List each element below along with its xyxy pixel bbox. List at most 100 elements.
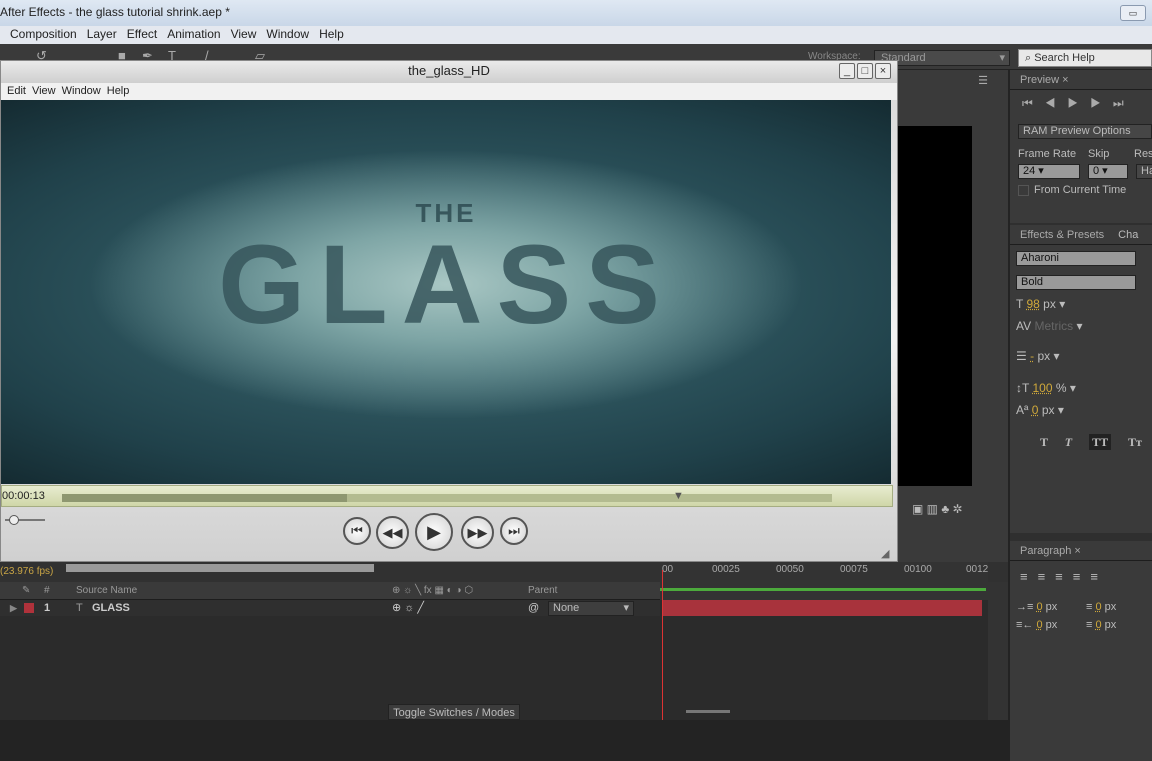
label-icon: ✎ — [22, 585, 31, 596]
player-menu-help[interactable]: Help — [107, 85, 130, 97]
player-title: the_glass_HD — [408, 63, 490, 78]
menu-window[interactable]: Window — [266, 26, 309, 42]
from-current-time-label: From Current Time — [1034, 184, 1127, 196]
tick-label: 0012 — [966, 564, 989, 575]
label-color-swatch[interactable] — [24, 603, 34, 613]
player-menu-view[interactable]: View — [32, 85, 56, 97]
fast-preview-icon[interactable]: ▣ ▥ ♣ ✲ — [912, 502, 963, 516]
maximize-button[interactable]: ▭ — [1120, 5, 1146, 21]
layer-duration-bar[interactable] — [662, 600, 982, 616]
tick-label: 00 — [662, 564, 674, 575]
panel-menu-icon[interactable]: ☰ — [978, 74, 988, 87]
pick-whip-icon[interactable]: @ — [528, 600, 539, 616]
skip-label: Skip — [1088, 148, 1110, 160]
resolution-label: Res — [1134, 148, 1152, 160]
space-before-field[interactable]: ≡ 0 px — [1086, 601, 1116, 613]
fps-label: (23.976 fps) — [0, 566, 54, 577]
minimize-button[interactable]: _ — [839, 63, 855, 79]
time-ruler[interactable]: 00 00025 00050 00075 00100 0012 — [660, 562, 988, 600]
layer-column-header: ✎ # Source Name ⊕ ☼ ╲ fx ▦ ◐ ◑ ⬡ Parent — [0, 582, 660, 600]
close-button[interactable]: × — [875, 63, 891, 79]
fast-forward-button[interactable]: ▶▶ — [461, 516, 494, 549]
skip-back-button[interactable]: ⏮ — [343, 517, 371, 545]
menu-composition[interactable]: Composition — [10, 26, 77, 42]
font-size-field[interactable]: T 98 px ▾ — [1016, 297, 1065, 311]
app-title-bar: After Effects - the glass tutorial shrin… — [0, 0, 1152, 26]
column-source-name: Source Name — [76, 585, 138, 596]
kerning-field[interactable]: AV Metrics ▾ — [1016, 319, 1083, 333]
alignment-buttons[interactable]: ≡≡≡≡≡ — [1020, 569, 1108, 584]
player-menu-edit[interactable]: Edit — [7, 85, 26, 97]
timeline-panel: (23.976 fps) ✎ # Source Name ⊕ ☼ ╲ fx ▦ … — [0, 562, 1008, 720]
menu-animation[interactable]: Animation — [167, 26, 220, 42]
tick-label: 00100 — [904, 564, 932, 575]
skip-dropdown[interactable]: 0 ▾ — [1088, 164, 1128, 179]
tab-effects-presets[interactable]: Effects & Presets Cha — [1010, 225, 1152, 245]
composition-viewer — [898, 126, 972, 486]
video-frame: THE GLASS — [1, 100, 891, 484]
indent-left-field[interactable]: →≡ 0 px — [1016, 601, 1057, 613]
leading-field[interactable]: ☰ - px ▾ — [1016, 349, 1060, 363]
current-time-indicator[interactable] — [662, 570, 663, 720]
frame-rate-dropdown[interactable]: 24 ▾ — [1018, 164, 1080, 179]
vertical-scrollbar[interactable] — [988, 582, 1008, 720]
player-menu-window[interactable]: Window — [62, 85, 101, 97]
timeline-search-input[interactable] — [66, 564, 374, 572]
tab-character[interactable]: Cha — [1118, 229, 1138, 241]
font-style-dropdown[interactable]: Bold — [1016, 275, 1136, 290]
menu-view[interactable]: View — [231, 26, 257, 42]
media-player-window: the_glass_HD _ □ × Edit View Window Help TH… — [0, 60, 898, 562]
layer-name[interactable]: GLASS — [92, 600, 130, 616]
volume-slider[interactable] — [5, 515, 45, 525]
layer-switches[interactable]: ⊕ ☼ ╱ — [392, 600, 424, 616]
switches-icons: ⊕ ☼ ╲ fx ▦ ◐ ◑ ⬡ — [392, 585, 474, 596]
preview-transport-icons[interactable]: ⏮◀▶▶⏭ — [1022, 96, 1136, 111]
layer-row[interactable]: ▶ 1 T GLASS ⊕ ☼ ╱ @ None ▾ — [0, 600, 660, 616]
leading-icon: ☰ — [1016, 349, 1027, 363]
seek-track[interactable]: ▼ — [62, 490, 832, 502]
playhead-marker-icon[interactable]: ▼ — [673, 490, 684, 502]
menu-effect[interactable]: Effect — [127, 26, 157, 42]
composition-panel: ☰ ▣ ▥ ♣ ✲ — [898, 70, 1008, 562]
volume-knob[interactable] — [9, 515, 19, 525]
skip-forward-button[interactable]: ⏭ — [500, 517, 528, 545]
menu-help[interactable]: Help — [319, 26, 344, 42]
toggle-switches-modes-button[interactable]: Toggle Switches / Modes — [388, 704, 520, 720]
resolution-dropdown[interactable]: Ha — [1136, 164, 1152, 179]
font-family-dropdown[interactable]: Aharoni — [1016, 251, 1136, 266]
expand-arrow-icon[interactable]: ▶ — [10, 600, 17, 616]
work-area-bar[interactable] — [660, 588, 986, 591]
maximize-button[interactable]: □ — [857, 63, 873, 79]
zoom-slider[interactable] — [686, 710, 730, 713]
parent-dropdown[interactable]: None ▾ — [548, 601, 634, 616]
tab-preview[interactable]: Preview × — [1010, 70, 1152, 90]
from-current-time-checkbox[interactable] — [1018, 185, 1029, 196]
tick-label: 00075 — [840, 564, 868, 575]
tab-paragraph[interactable]: Paragraph × — [1010, 541, 1152, 561]
column-number: # — [44, 585, 50, 596]
text-style-buttons[interactable]: T T TT Tт — [1040, 434, 1142, 450]
menu-layer[interactable]: Layer — [87, 26, 117, 42]
search-help-input[interactable]: ⌕ Search Help — [1018, 49, 1152, 67]
timecode: 00:00:13 — [2, 490, 45, 502]
rewind-button[interactable]: ◀◀ — [376, 516, 409, 549]
resize-grip-icon[interactable]: ◢ — [881, 547, 889, 560]
indent-right-field[interactable]: ≡← 0 px — [1016, 619, 1057, 631]
layer-number: 1 — [44, 602, 51, 614]
frame-rate-label: Frame Rate — [1018, 148, 1077, 160]
space-after-field[interactable]: ≡ 0 px — [1086, 619, 1116, 631]
ram-preview-options-dropdown[interactable]: RAM Preview Options — [1018, 124, 1152, 139]
video-title-large: GLASS — [218, 222, 674, 347]
column-parent: Parent — [528, 585, 558, 596]
tick-label: 00050 — [776, 564, 804, 575]
search-placeholder: Search Help — [1034, 52, 1095, 64]
player-title-bar: the_glass_HD _ □ × — [1, 61, 897, 83]
search-icon: ⌕ — [1025, 52, 1035, 64]
vertical-scale-field[interactable]: ↕T 100 % ▾ — [1016, 381, 1076, 395]
play-button[interactable]: ▶ — [415, 513, 453, 551]
app-title: After Effects - the glass tutorial shrin… — [0, 5, 230, 19]
right-panels: Preview × ⏮◀▶▶⏭ RAM Preview Options Fram… — [1010, 70, 1152, 761]
baseline-shift-field[interactable]: Aª 0 px ▾ — [1016, 403, 1064, 417]
text-layer-icon: T — [76, 602, 83, 614]
seek-bar[interactable]: 00:00:13 ▼ — [1, 485, 893, 507]
